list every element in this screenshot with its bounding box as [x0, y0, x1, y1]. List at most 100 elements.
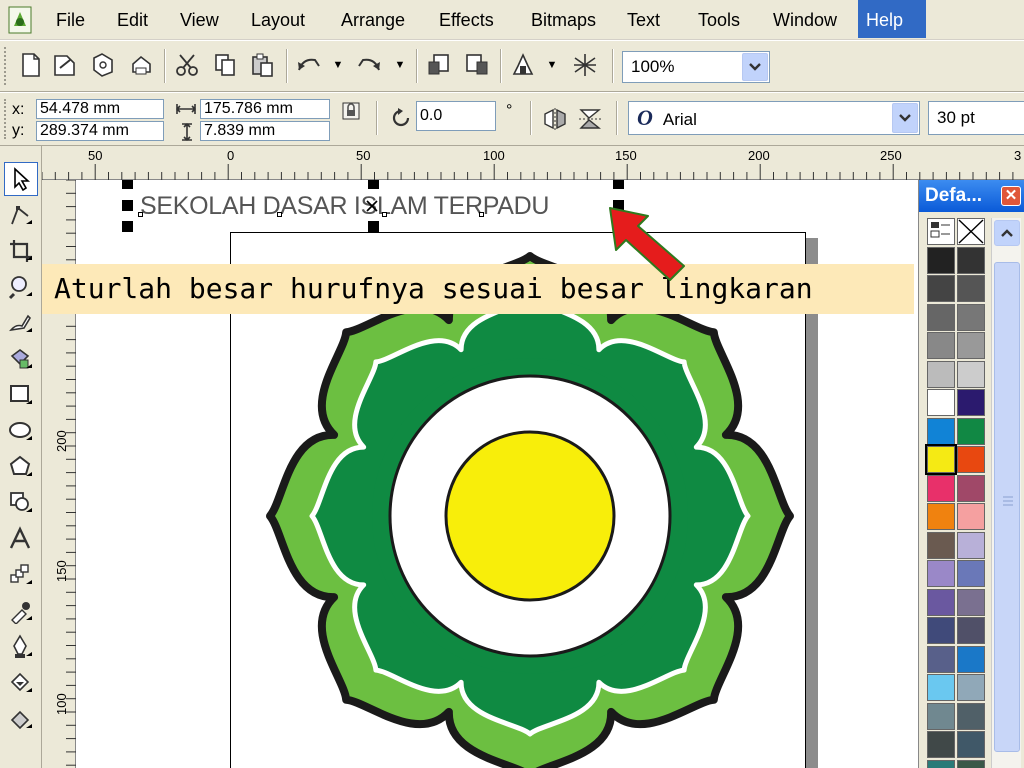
menu-window[interactable]: Window [765, 0, 845, 38]
color-swatch[interactable] [927, 588, 955, 616]
menu-edit[interactable]: Edit [109, 0, 156, 38]
eyedropper-tool[interactable] [4, 594, 38, 628]
no-color-swatch[interactable] [927, 218, 955, 245]
polygon-tool[interactable] [4, 450, 38, 484]
open-button[interactable] [50, 49, 80, 81]
color-swatch[interactable] [927, 417, 955, 445]
color-swatch[interactable] [957, 360, 985, 388]
fill-tool[interactable] [4, 666, 38, 700]
color-swatch[interactable] [927, 560, 955, 587]
color-swatch[interactable] [927, 474, 955, 502]
pick-tool[interactable] [4, 162, 38, 196]
selected-text-object[interactable]: SEKOLAH DASAR ISLAM TERPADU [140, 192, 549, 221]
save-button[interactable] [88, 49, 118, 81]
object-width-field[interactable]: 175.786 mm [200, 99, 330, 119]
zoom-level-select[interactable]: 100% [622, 51, 770, 83]
selection-handle[interactable] [122, 221, 133, 232]
selection-handle[interactable] [613, 180, 624, 189]
color-swatch[interactable] [957, 389, 985, 416]
object-height-field[interactable]: 7.839 mm [200, 121, 330, 141]
color-swatch[interactable] [927, 360, 955, 388]
text-node[interactable] [138, 212, 143, 217]
zoom-tool[interactable] [4, 270, 38, 304]
interactive-blend-tool[interactable] [4, 558, 38, 592]
menu-effects[interactable]: Effects [431, 0, 502, 38]
color-swatch[interactable] [927, 531, 955, 559]
horizontal-ruler[interactable]: 50 0 50 100 150 200 250 3 [41, 146, 1024, 180]
smart-fill-tool[interactable] [4, 342, 38, 376]
new-button[interactable] [16, 49, 46, 81]
rectangle-tool[interactable] [4, 378, 38, 412]
menu-text[interactable]: Text [619, 0, 668, 38]
text-node[interactable] [382, 212, 387, 217]
no-fill-swatch[interactable] [957, 218, 985, 245]
launcher-dropdown-arrow[interactable]: ▼ [546, 49, 558, 81]
crop-tool[interactable] [4, 234, 38, 268]
color-swatch[interactable] [957, 645, 985, 673]
lock-ratio-button[interactable] [336, 99, 366, 123]
color-swatch[interactable] [927, 702, 955, 730]
menu-file[interactable]: File [48, 0, 93, 38]
menu-bitmaps[interactable]: Bitmaps [523, 0, 604, 38]
ellipse-tool[interactable] [4, 414, 38, 448]
scroll-thumb[interactable] [994, 262, 1020, 752]
color-swatch[interactable] [957, 275, 985, 302]
undo-button[interactable] [294, 49, 324, 81]
color-swatch[interactable] [927, 332, 955, 359]
palette-scrollbar[interactable] [991, 218, 1021, 768]
freehand-tool[interactable] [4, 306, 38, 340]
copy-button[interactable] [210, 49, 240, 81]
menu-arrange[interactable]: Arrange [333, 0, 413, 38]
redo-button[interactable] [354, 49, 384, 81]
font-family-select[interactable]: O Arial [628, 101, 920, 135]
color-swatch[interactable] [957, 332, 985, 359]
color-swatch[interactable] [925, 444, 957, 475]
selection-handle[interactable] [368, 180, 379, 189]
menu-help[interactable]: Help [858, 0, 926, 38]
menu-view[interactable]: View [172, 0, 227, 38]
color-swatch[interactable] [957, 531, 985, 559]
application-launcher-button[interactable] [508, 49, 538, 81]
y-position-field[interactable]: 289.374 mm [36, 121, 164, 141]
export-button[interactable] [462, 49, 492, 81]
shape-tool[interactable] [4, 198, 38, 232]
import-button[interactable] [424, 49, 454, 81]
color-swatch[interactable] [957, 674, 985, 701]
cut-button[interactable] [172, 49, 202, 81]
coreldraw-app-icon[interactable] [8, 6, 34, 34]
color-swatch[interactable] [957, 303, 985, 331]
text-tool[interactable] [4, 522, 38, 556]
paste-button[interactable] [248, 49, 278, 81]
color-swatch[interactable] [927, 275, 955, 302]
color-swatch[interactable] [957, 731, 985, 758]
color-swatch[interactable] [927, 389, 955, 416]
color-swatch[interactable] [957, 246, 985, 274]
print-button[interactable] [126, 49, 156, 81]
color-swatch[interactable] [927, 731, 955, 758]
text-node[interactable] [479, 212, 484, 217]
color-swatch[interactable] [957, 702, 985, 730]
mirror-vertical-button[interactable] [576, 103, 606, 135]
mirror-horizontal-button[interactable] [540, 103, 570, 135]
color-swatch[interactable] [927, 645, 955, 673]
color-swatch[interactable] [957, 617, 985, 644]
basic-shapes-tool[interactable] [4, 486, 38, 520]
toolbar-grip[interactable] [4, 47, 7, 85]
selection-handle[interactable] [122, 180, 133, 189]
color-swatch[interactable] [957, 474, 985, 502]
color-swatch[interactable] [927, 246, 955, 274]
close-icon[interactable]: ✕ [1001, 186, 1021, 206]
color-swatch[interactable] [957, 588, 985, 616]
color-swatch[interactable] [957, 417, 985, 445]
redo-dropdown-arrow[interactable]: ▼ [394, 49, 406, 81]
menu-layout[interactable]: Layout [243, 0, 313, 38]
color-swatch[interactable] [957, 560, 985, 587]
color-swatch[interactable] [957, 759, 985, 768]
font-size-select[interactable]: 30 pt [928, 101, 1024, 135]
zoom-dropdown-button[interactable] [742, 53, 768, 81]
text-node[interactable] [277, 212, 282, 217]
undo-dropdown-arrow[interactable]: ▼ [332, 49, 344, 81]
color-swatch[interactable] [927, 674, 955, 701]
corel-online-button[interactable] [570, 49, 600, 81]
font-family-dropdown-button[interactable] [892, 103, 918, 133]
